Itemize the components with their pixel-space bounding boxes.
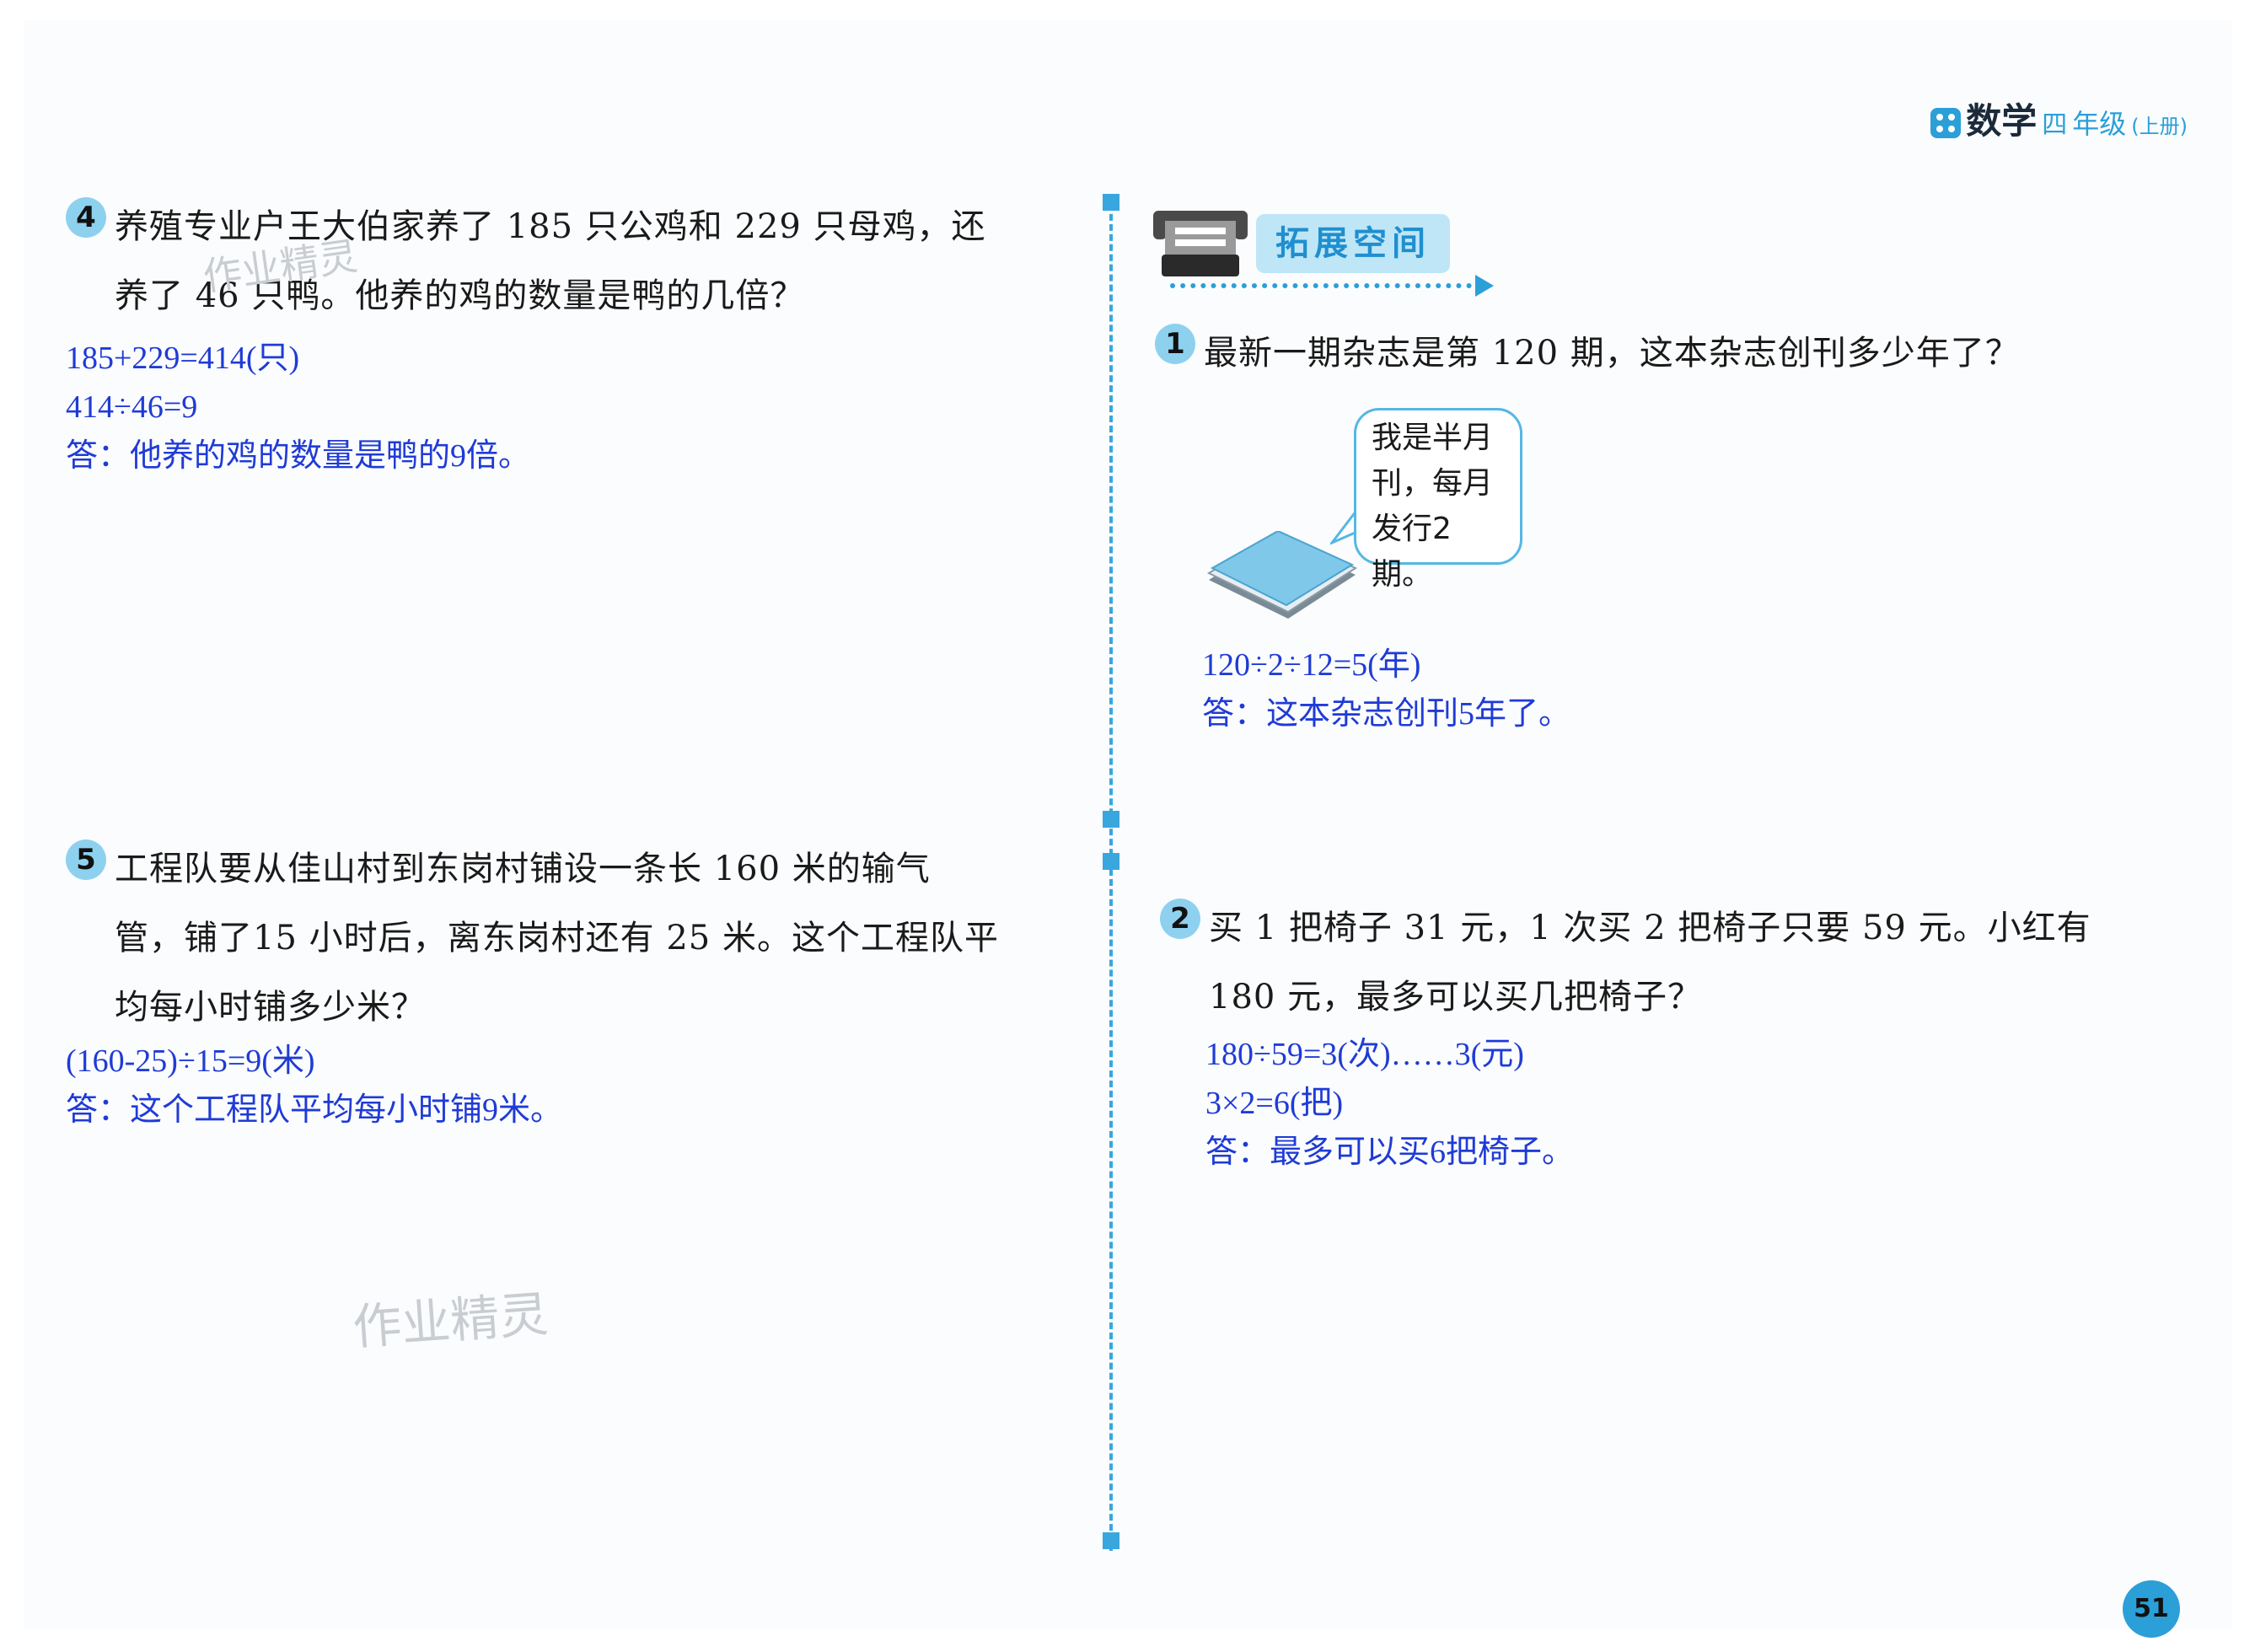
answer-line: 答：这本杂志创刊5年了。 (1202, 696, 1571, 732)
answer-line: 答：这个工程队平均每小时铺9米。 (66, 1092, 563, 1128)
question-4: 4 养殖专业户王大伯家养了 185 只公鸡和 229 只母鸡，还 养了 46 只… (66, 192, 1077, 504)
answer-line: 120÷2÷12=5(年) (1202, 647, 1421, 683)
question-number: 1 (1155, 324, 1195, 364)
question-line: 均每小时铺多少米？ (115, 988, 426, 1027)
bubble-line: 发行2期。 (1372, 512, 1452, 592)
answer-line: 3×2=6(把) (1205, 1086, 1344, 1121)
question-text: 最新一期杂志是第 120 期，这本杂志创刊多少年了？ (1204, 319, 2020, 388)
section-underline (1170, 283, 1482, 288)
page-header: 数学 四 年级 (上册) (1930, 93, 2188, 144)
answer-line: 414÷46=9 (66, 389, 198, 425)
extension-question-1: 1 最新一期杂志是第 120 期，这本杂志创刊多少年了？ 120÷2÷12=5(… (1155, 319, 2183, 740)
question-text: 工程队要从佳山村到东岗村铺设一条长 160 米的输气 管，铺了15 小时后，离东… (115, 834, 999, 1042)
dice-logo-icon (1930, 108, 1962, 138)
answer-line: 答：最多可以买6把椅子。 (1205, 1134, 1575, 1170)
question-number: 5 (66, 839, 106, 880)
column-divider (1109, 194, 1113, 1551)
answer-block: 185+229=414(只) 414÷46=9 答：他养的鸡的数量是鸭的9倍。 (66, 334, 530, 480)
answer-block: 120÷2÷12=5(年) 答：这本杂志创刊5年了。 (1202, 641, 1570, 738)
question-number: 2 (1160, 898, 1200, 939)
extension-question-2: 2 买 1 把椅子 31 元，1 次买 2 把椅子只要 59 元。小红有 180… (1160, 893, 2188, 1197)
watermark: 作业精灵 (351, 1285, 550, 1356)
answer-block: (160-25)÷15=9(米) 答：这个工程队平均每小时铺9米。 (66, 1037, 562, 1134)
divider-marker (1103, 194, 1119, 211)
grade-number-icon: 四 (2042, 110, 2068, 140)
speech-bubble: 我是半月 刊，每月 发行2期。 (1354, 408, 1522, 592)
answer-line: 答：他养的鸡的数量是鸭的9倍。 (66, 438, 531, 474)
question-text: 买 1 把椅子 31 元，1 次买 2 把椅子只要 59 元。小红有 180 元… (1209, 893, 2091, 1032)
question-5: 5 工程队要从佳山村到东岗村铺设一条长 160 米的输气 管，铺了15 小时后，… (66, 834, 1077, 1138)
divider-marker (1103, 1532, 1119, 1549)
question-number: 4 (66, 197, 106, 238)
answer-line: 185+229=414(只) (66, 341, 300, 376)
header-volume: (上册) (2131, 115, 2188, 138)
answer-block: 180÷59=3(次)……3(元) 3×2=6(把) 答：最多可以买6把椅子。 (1205, 1030, 1574, 1177)
divider-marker (1103, 811, 1119, 828)
question-line: 买 1 把椅子 31 元，1 次买 2 把椅子只要 59 元。小红有 (1209, 909, 2091, 947)
divider-marker (1103, 853, 1119, 870)
question-line: 工程队要从佳山村到东岗村铺设一条长 160 米的输气 (115, 850, 931, 888)
trophy-icon (1153, 211, 1248, 276)
answer-line: 180÷59=3(次)……3(元) (1205, 1037, 1524, 1072)
question-line: 180 元，最多可以买几把椅子？ (1209, 978, 1703, 1016)
answer-line: (160-25)÷15=9(米) (66, 1043, 315, 1079)
bubble-line: 刊，每月 (1372, 466, 1494, 501)
arrow-right-icon (1475, 275, 1494, 297)
question-line: 管，铺了15 小时后，离东岗村还有 25 米。这个工程队平 (115, 919, 999, 957)
section-title: 拓展空间 (1256, 214, 1450, 273)
question-line: 最新一期杂志是第 120 期，这本杂志创刊多少年了？ (1204, 334, 2020, 373)
page-number: 51 (2123, 1580, 2180, 1638)
bubble-line: 我是半月 (1372, 421, 1494, 455)
header-grade: 年级 (2072, 108, 2127, 140)
header-subject: 数学 (1966, 100, 2038, 142)
